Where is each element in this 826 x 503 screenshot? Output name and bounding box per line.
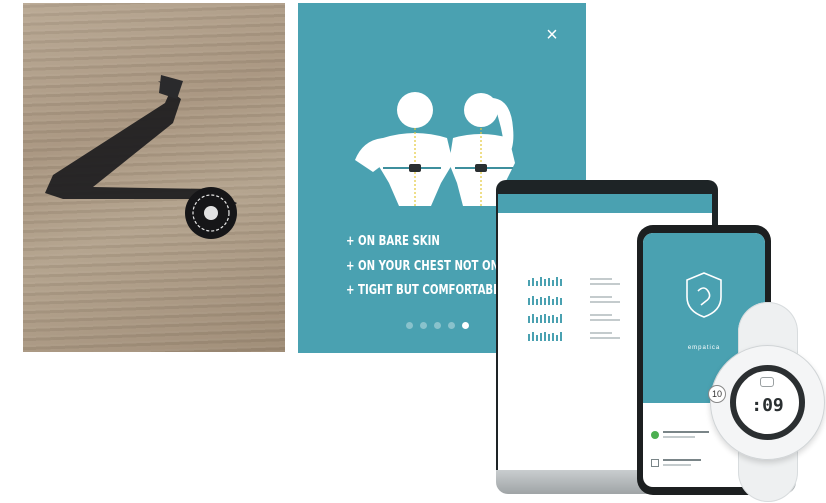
heart-icon (760, 377, 774, 387)
page-dot[interactable] (420, 322, 427, 329)
close-icon[interactable]: × (542, 25, 562, 45)
laptop-app-header (498, 194, 712, 213)
chest-strap-photo (23, 3, 285, 352)
status-dot-icon (651, 431, 659, 439)
list-item-line (663, 459, 701, 461)
page-dot-active[interactable] (462, 322, 469, 329)
chest-strap-illustration (45, 75, 237, 239)
list-item-line (663, 464, 691, 466)
page-dot[interactable] (448, 322, 455, 329)
list-item-line (663, 436, 695, 438)
tip-tight: + TIGHT BUT COMFORTABLE (346, 283, 507, 298)
list-item-line (663, 431, 709, 433)
page-dot[interactable] (434, 322, 441, 329)
page-dot[interactable] (406, 322, 413, 329)
pagination-dots (406, 322, 469, 329)
calendar-icon (651, 459, 659, 467)
watch-display: :09 (730, 365, 805, 440)
watch-time: :09 (751, 395, 784, 416)
watch-side-button[interactable]: 10 (708, 385, 726, 403)
tip-bare-skin: + ON BARE SKIN (346, 234, 440, 249)
smartwatch: :09 10 (708, 345, 825, 460)
shield-heart-icon (686, 272, 722, 318)
